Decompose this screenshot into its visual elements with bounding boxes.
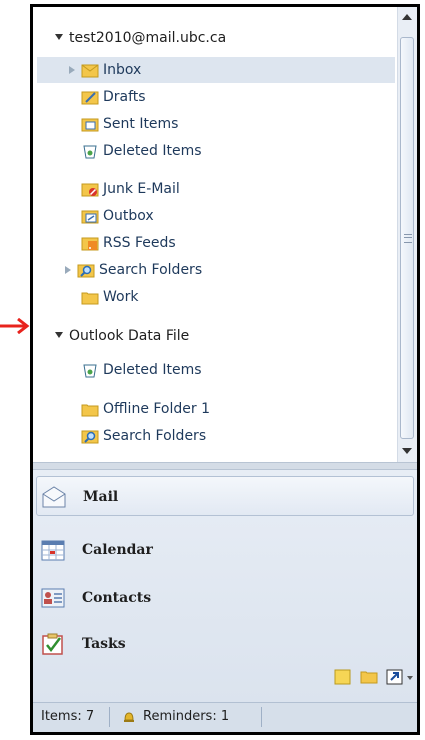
folder-list-icon[interactable] xyxy=(359,668,379,686)
folder-deleted-items[interactable]: Deleted Items xyxy=(33,357,393,383)
items-count: Items: 7 xyxy=(41,709,95,724)
notes-icon[interactable] xyxy=(333,668,353,686)
calendar-icon xyxy=(41,540,65,561)
folder-label: Outbox xyxy=(103,208,154,224)
reminders-count[interactable]: Reminders: 1 xyxy=(143,703,229,731)
search-folders-icon xyxy=(77,264,95,278)
folder-icon xyxy=(81,292,99,305)
deleted-items-icon xyxy=(83,364,97,378)
scrollbar-thumb[interactable] xyxy=(400,37,414,439)
folder-label: Offline Folder 1 xyxy=(103,401,211,417)
folder-icon xyxy=(81,404,99,417)
junk-email-icon xyxy=(81,183,99,197)
status-divider xyxy=(261,707,262,727)
rss-feeds-icon xyxy=(81,237,99,251)
navigation-buttons: Mail Calendar Contacts Tasks xyxy=(33,470,417,702)
folder-label: Work xyxy=(103,289,139,305)
tasks-label: Tasks xyxy=(82,636,126,652)
configure-buttons-chevron-icon[interactable] xyxy=(405,668,415,686)
navigation-pane: test2010@mail.ubc.ca Inbox Drafts Sent I… xyxy=(30,4,420,735)
deleted-items-icon xyxy=(83,145,97,159)
account-name: test2010@mail.ubc.ca xyxy=(69,30,227,46)
folder-label: Search Folders xyxy=(99,262,203,278)
status-divider xyxy=(109,707,110,727)
mail-icon xyxy=(42,486,66,508)
reminder-bell-icon xyxy=(124,712,134,722)
folder-label: Deleted Items xyxy=(103,143,202,159)
drafts-icon xyxy=(81,91,99,105)
pointer-arrow-icon xyxy=(0,318,30,334)
folder-rss-feeds[interactable]: RSS Feeds xyxy=(33,230,393,256)
shortcuts-icon[interactable] xyxy=(385,668,405,686)
folder-work[interactable]: Work xyxy=(33,284,393,310)
folder-junk-email[interactable]: Junk E-Mail xyxy=(33,176,393,202)
tasks-icon xyxy=(42,633,63,655)
scroll-up-icon[interactable] xyxy=(400,11,414,23)
mail-button[interactable]: Mail xyxy=(36,476,414,516)
collapse-icon[interactable] xyxy=(55,34,63,40)
folder-tree: test2010@mail.ubc.ca Inbox Drafts Sent I… xyxy=(33,7,397,462)
folder-scrollbar[interactable] xyxy=(397,7,417,462)
collapse-icon[interactable] xyxy=(55,332,63,338)
folder-label: Search Folders xyxy=(103,428,207,444)
sent-items-icon xyxy=(81,118,99,132)
account-name: Outlook Data File xyxy=(69,328,190,344)
pane-splitter[interactable] xyxy=(33,462,417,470)
expand-icon[interactable] xyxy=(65,266,71,274)
contacts-button[interactable]: Contacts xyxy=(36,578,414,618)
inbox-icon xyxy=(81,64,99,78)
mail-label: Mail xyxy=(83,489,119,505)
grip-icon xyxy=(404,234,412,243)
folder-outbox[interactable]: Outbox xyxy=(33,203,393,229)
folder-label: Junk E-Mail xyxy=(103,181,180,197)
search-folders-icon xyxy=(81,430,99,444)
account-header[interactable]: test2010@mail.ubc.ca xyxy=(33,25,393,51)
folder-search-folders[interactable]: Search Folders xyxy=(33,423,393,449)
tasks-button[interactable]: Tasks xyxy=(36,624,414,664)
expand-icon[interactable] xyxy=(69,66,75,74)
folder-drafts[interactable]: Drafts xyxy=(33,84,393,110)
folder-label: RSS Feeds xyxy=(103,235,176,251)
scroll-down-icon[interactable] xyxy=(400,445,414,457)
folder-search-folders[interactable]: Search Folders xyxy=(33,257,393,283)
contacts-label: Contacts xyxy=(82,590,152,606)
folder-offline-folder-1[interactable]: Offline Folder 1 xyxy=(33,396,393,422)
folder-label: Sent Items xyxy=(103,116,179,132)
folder-sent-items[interactable]: Sent Items xyxy=(33,111,393,137)
folder-inbox[interactable]: Inbox xyxy=(37,57,395,83)
status-bar: Items: 7 Reminders: 1 xyxy=(33,702,417,732)
account-header[interactable]: Outlook Data File xyxy=(33,323,393,349)
contacts-icon xyxy=(41,588,65,608)
calendar-label: Calendar xyxy=(82,542,153,558)
calendar-button[interactable]: Calendar xyxy=(36,530,414,570)
outbox-icon xyxy=(81,210,99,224)
folder-label: Inbox xyxy=(103,62,142,78)
folder-deleted-items[interactable]: Deleted Items xyxy=(33,138,393,164)
folder-label: Drafts xyxy=(103,89,146,105)
folder-label: Deleted Items xyxy=(103,362,202,378)
